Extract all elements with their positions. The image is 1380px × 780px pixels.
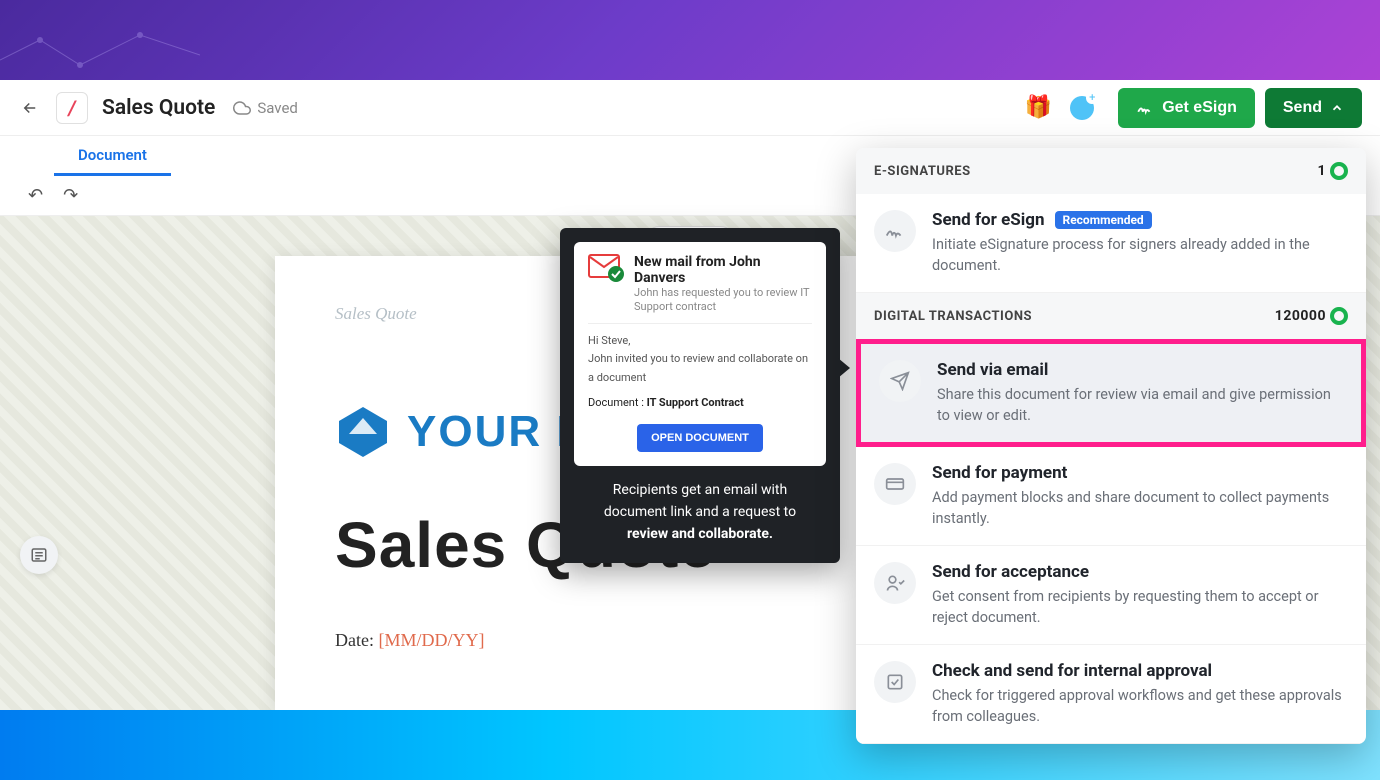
undo-button[interactable]: ↶: [28, 185, 43, 206]
send-for-acceptance-option[interactable]: Send for acceptance Get consent from rec…: [856, 546, 1366, 645]
recommended-badge: Recommended: [1055, 211, 1152, 229]
signature-icon: [1136, 99, 1154, 117]
flyout-section-esignatures: E-SIGNATURES 1: [856, 148, 1366, 194]
add-user-icon[interactable]: [1070, 96, 1094, 120]
logo-icon: [335, 404, 391, 460]
outline-toggle-button[interactable]: [20, 536, 58, 574]
redo-button[interactable]: ↷: [63, 185, 78, 206]
payment-icon: [874, 463, 916, 505]
doc-title: Sales Quote: [102, 96, 215, 120]
email-preview-body: Hi Steve, John invited you to review and…: [588, 332, 812, 453]
back-button[interactable]: [18, 96, 42, 120]
count-ring-icon: [1330, 162, 1348, 180]
send-button[interactable]: Send: [1265, 88, 1362, 128]
digital-count-badge: 120000: [1275, 307, 1348, 325]
approval-icon: [874, 661, 916, 703]
mail-verified-icon: [588, 254, 624, 282]
get-esign-button[interactable]: Get eSign: [1118, 88, 1255, 128]
send-menu-flyout: E-SIGNATURES 1 Send for eSignRecommended…: [856, 148, 1366, 744]
count-ring-icon: [1330, 307, 1348, 325]
bg-decor: [0, 20, 200, 80]
doc-type-icon: /: [56, 92, 88, 124]
send-for-esign-option[interactable]: Send for eSignRecommended Initiate eSign…: [856, 194, 1366, 293]
send-for-payment-option[interactable]: Send for payment Add payment blocks and …: [856, 447, 1366, 546]
tab-document[interactable]: Document: [54, 136, 171, 176]
email-preview-sub: John has requested you to review IT Supp…: [634, 286, 812, 315]
user-accept-icon: [874, 562, 916, 604]
list-icon: [30, 546, 48, 564]
email-preview-tooltip: New mail from John Danvers John has requ…: [560, 228, 840, 563]
email-preview-title: New mail from John Danvers: [634, 254, 812, 286]
open-document-button[interactable]: OPEN DOCUMENT: [637, 424, 763, 452]
send-icon: [879, 360, 921, 402]
tooltip-caption: Recipients get an email with document li…: [574, 480, 826, 545]
send-via-email-option[interactable]: Send via email Share this document for r…: [856, 339, 1366, 447]
save-status: Saved: [233, 99, 298, 117]
flyout-section-digital: DIGITAL TRANSACTIONS 120000: [856, 293, 1366, 339]
top-bar: / Sales Quote Saved 🎁 Get eSign Send: [0, 80, 1380, 136]
gift-icon[interactable]: 🎁: [1025, 95, 1052, 120]
cloud-saved-icon: [233, 99, 251, 117]
esign-count-badge: 1: [1317, 162, 1348, 180]
chevron-up-icon: [1330, 101, 1344, 115]
date-field: Date: [MM/DD/YY]: [335, 630, 484, 651]
signature-icon: [874, 210, 916, 252]
email-preview-card: New mail from John Danvers John has requ…: [574, 242, 826, 466]
internal-approval-option[interactable]: Check and send for internal approval Che…: [856, 645, 1366, 744]
